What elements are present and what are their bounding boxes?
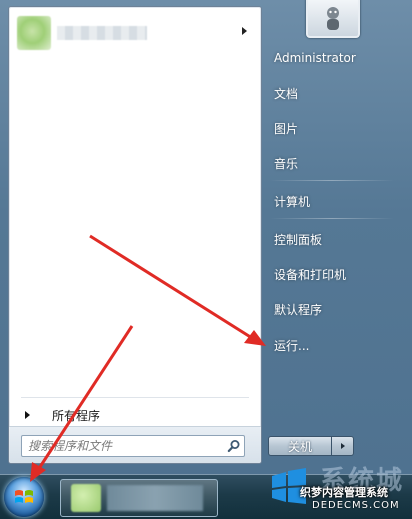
shutdown-group: 关机 xyxy=(268,436,356,456)
taskbar xyxy=(0,474,412,519)
right-item-computer[interactable]: 计算机 xyxy=(266,188,398,214)
search-icon[interactable] xyxy=(224,436,244,456)
right-item-music[interactable]: 音乐 xyxy=(266,150,398,176)
right-item-administrator[interactable]: Administrator xyxy=(266,45,398,71)
pinned-program-label-blurred xyxy=(57,26,147,40)
all-programs-label: 所有程序 xyxy=(52,408,101,423)
arrow-right-icon xyxy=(340,443,345,449)
windows-logo-icon xyxy=(15,490,33,503)
right-item-run[interactable]: 运行... xyxy=(266,332,398,358)
taskbar-app-label-blurred xyxy=(107,485,203,511)
right-item-documents[interactable]: 文档 xyxy=(266,80,398,106)
start-menu-left-pane: 所有程序 xyxy=(8,6,262,464)
search-input[interactable] xyxy=(22,438,224,454)
shutdown-options-button[interactable] xyxy=(332,436,354,456)
pinned-program-icon xyxy=(17,16,51,50)
right-item-default-programs[interactable]: 默认程序 xyxy=(266,296,398,322)
user-avatar-icon[interactable] xyxy=(306,0,360,38)
search-box[interactable] xyxy=(21,435,245,457)
start-button[interactable] xyxy=(4,477,44,517)
right-pane-separator xyxy=(270,218,394,219)
start-menu: 所有程序 Administrator 文档 图片 音乐 计算机 xyxy=(0,0,412,474)
pinned-program-item[interactable] xyxy=(13,13,257,53)
taskbar-app-icon xyxy=(71,484,101,512)
right-item-pictures[interactable]: 图片 xyxy=(266,115,398,141)
right-item-devices-printers[interactable]: 设备和打印机 xyxy=(266,261,398,287)
right-pane-separator xyxy=(270,180,394,181)
right-item-control-panel[interactable]: 控制面板 xyxy=(266,226,398,252)
all-programs-arrow-icon xyxy=(25,411,30,419)
all-programs-button[interactable]: 所有程序 xyxy=(19,403,255,427)
taskbar-app-button[interactable] xyxy=(60,479,218,517)
jumplist-arrow-icon[interactable] xyxy=(242,27,247,35)
search-strip xyxy=(9,426,261,463)
shutdown-button[interactable]: 关机 xyxy=(268,436,332,456)
left-pane-divider xyxy=(21,397,249,398)
